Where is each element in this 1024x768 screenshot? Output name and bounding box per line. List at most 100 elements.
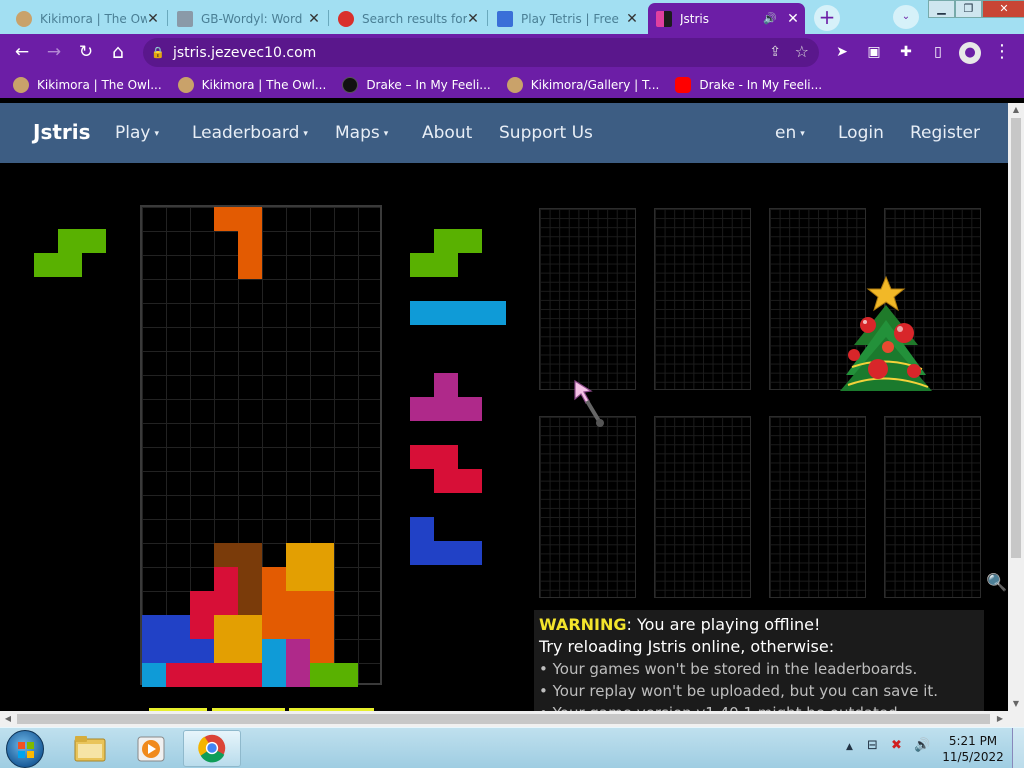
tab-close-icon[interactable]: ✕ [626,11,638,27]
browser-menu-icon[interactable]: ⋮ [992,42,1012,62]
queue-piece-block [410,253,434,277]
tab-separator [328,10,329,26]
bookmark-star-icon[interactable]: ☆ [795,42,809,61]
queue-piece-block [458,229,482,253]
scroll-left-icon[interactable]: ◀ [1,711,15,727]
scrollbar-corner [1008,711,1024,727]
tab-kikimora[interactable]: Kikimora | The Ow ✕ [8,3,165,34]
tab-close-icon[interactable]: ✕ [787,11,799,27]
maximize-button[interactable]: ❐ [955,0,982,18]
extension-image-icon[interactable]: ▣ [864,42,884,62]
show-desktop-button[interactable] [1012,728,1024,768]
close-window-button[interactable]: ✕ [982,0,1024,18]
taskbar-media-player[interactable] [122,730,180,767]
new-tab-button[interactable]: + [814,5,840,31]
bookmark-item[interactable]: Kikimora | The Owl... [177,76,326,93]
action-center-icon[interactable]: ✖ [891,738,902,753]
extension-cursor-icon[interactable]: ➤ [832,42,852,62]
board-block [190,639,214,663]
site-logo[interactable]: Jstris [33,120,91,144]
board-block [310,615,334,639]
bookmark-item[interactable]: Drake – In My Feeli... [342,76,491,93]
tab-favicon-icon [177,10,193,27]
tab-search-results[interactable]: Search results for ✕ [330,3,485,34]
extensions-puzzle-icon[interactable]: ✚ [896,42,916,62]
opponent-board [654,208,751,390]
queue-piece-block [434,397,458,421]
show-hidden-icons-icon[interactable]: ▲ [846,742,853,752]
network-icon[interactable]: ⊟ [867,738,878,753]
share-icon[interactable]: ⇪ [769,44,781,60]
game-board[interactable] [140,205,382,687]
nav-login[interactable]: Login [838,123,884,143]
offline-warning: WARNING: You are playing offline! Try re… [534,610,984,711]
nav-maps[interactable]: Maps ▾ [335,123,388,143]
taskbar-explorer[interactable] [60,730,118,767]
nav-play[interactable]: Play ▾ [115,123,159,143]
nav-language[interactable]: en ▾ [775,123,805,143]
tab-audio-icon[interactable]: 🔊 [763,12,777,25]
board-block [310,567,334,591]
warning-bullet: • Your replay won't be uploaded, but you… [539,682,939,700]
board-block [238,231,262,255]
nav-leaderboard[interactable]: Leaderboard ▾ [192,123,308,143]
screen: { "browser": { "tabs": [ {"title": "Kiki… [0,0,1024,768]
taskbar-chrome[interactable] [183,730,241,767]
zoom-icon[interactable]: 🔍 [986,573,1007,593]
board-block [286,567,310,591]
board-block [262,591,286,615]
horizontal-scroll-thumb[interactable] [17,714,990,724]
warning-text: : You are playing offline! [626,615,821,634]
board-block [238,255,262,279]
back-button[interactable]: ← [10,40,34,64]
caret-down-icon: ▾ [383,129,389,139]
tab-close-icon[interactable]: ✕ [467,11,479,27]
tab-jstris[interactable]: Jstris 🔊 ✕ [648,3,805,34]
tab-title: GB-Wordyl: Word [201,11,303,26]
address-bar[interactable]: 🔒 jstris.jezevec10.com ⇪ ☆ [143,38,819,67]
forward-button[interactable]: → [42,40,66,64]
folder-icon [74,736,106,762]
nav-register[interactable]: Register [910,123,980,143]
vertical-scroll-thumb[interactable] [1011,118,1021,558]
url-text[interactable]: jstris.jezevec10.com [173,45,316,61]
horizontal-scrollbar[interactable]: ◀ ▶ [0,711,1008,727]
profile-avatar-icon[interactable]: ● [959,42,981,64]
clock-date: 11/5/2022 [942,750,1004,764]
vertical-scrollbar[interactable]: ▲ ▼ [1008,103,1024,711]
board-block [142,663,166,687]
side-panel-icon[interactable]: ▯ [928,42,948,62]
queue-piece-block [434,301,458,325]
lock-icon[interactable]: 🔒 [143,46,173,59]
nav-support[interactable]: Support Us [499,123,593,143]
tab-wordyl[interactable]: GB-Wordyl: Word ✕ [169,3,326,34]
tab-close-icon[interactable]: ✕ [308,11,320,27]
bookmark-item[interactable]: Kikimora | The Owl... [13,76,162,93]
system-clock[interactable]: 5:21 PM 11/5/2022 [940,733,1006,765]
tab-play-tetris[interactable]: Play Tetris | Free ✕ [489,3,644,34]
queue-piece-block [458,397,482,421]
volume-icon[interactable]: 🔊 [914,738,930,753]
nav-about[interactable]: About [422,123,472,143]
bookmark-item[interactable]: Drake - In My Feeli... [675,76,823,93]
board-block [238,615,262,639]
scroll-right-icon[interactable]: ▶ [993,711,1007,727]
nav-maps-label: Maps [335,123,380,143]
youtube-icon [675,76,692,93]
home-button[interactable]: ⌂ [106,40,130,64]
board-block [310,663,334,687]
queue-piece-block [434,373,458,397]
scroll-down-icon[interactable]: ▼ [1008,697,1024,711]
tab-close-icon[interactable]: ✕ [147,11,159,27]
bookmark-item[interactable]: Kikimora/Gallery | T... [506,76,659,93]
queue-piece-block [410,517,434,541]
tab-strip: Kikimora | The Ow ✕ GB-Wordyl: Word ✕ Se… [0,0,1024,34]
reload-button[interactable]: ↻ [74,40,98,64]
minimize-button[interactable]: ▁ [928,0,955,18]
start-button[interactable] [6,730,44,768]
tab-search-button[interactable]: ⌄ [893,5,919,29]
bookmark-label: Drake - In My Feeli... [699,77,823,92]
opponent-board [539,208,636,390]
tab-favicon-icon [656,10,672,27]
scroll-up-icon[interactable]: ▲ [1008,103,1024,117]
